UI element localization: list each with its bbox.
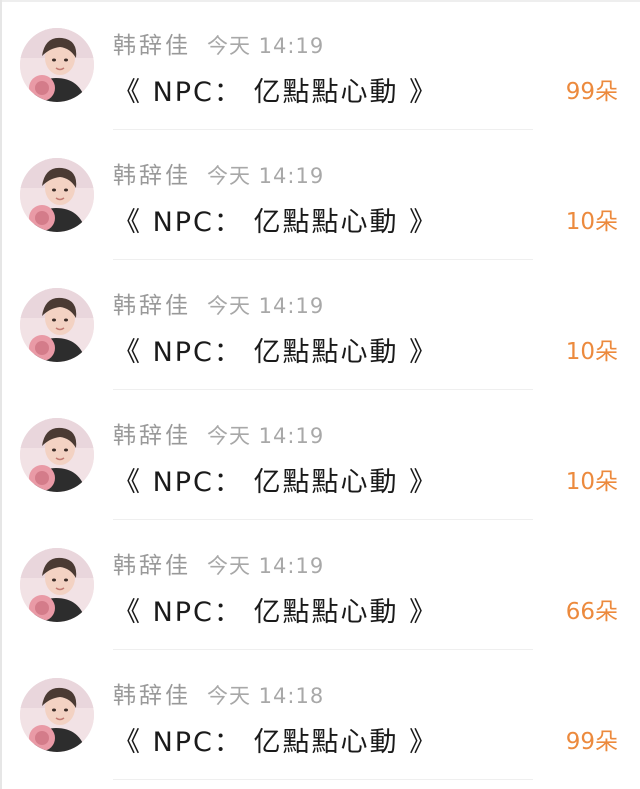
gift-message: 《 NPC： 亿點點心動 》 (113, 597, 439, 628)
gift-amount: 66朵 (565, 599, 618, 625)
gift-amount: 10朵 (565, 339, 618, 365)
gift-message: 《 NPC： 亿點點心動 》 (113, 467, 439, 498)
avatar-photo (20, 158, 94, 232)
gift-message: 《 NPC： 亿點點心動 》 (113, 337, 439, 368)
sender-name: 韩辞佳 (113, 293, 191, 319)
avatar-photo (20, 548, 94, 622)
timestamp: 今天 14:19 (207, 554, 325, 578)
avatar-photo (20, 418, 94, 492)
item-meta: 韩辞佳 今天 14:18 (113, 676, 325, 709)
row-divider (113, 779, 533, 780)
timestamp: 今天 14:19 (207, 424, 325, 448)
avatar[interactable] (20, 418, 94, 492)
avatar-photo (20, 678, 94, 752)
avatar[interactable] (20, 28, 94, 102)
gift-amount: 99朵 (565, 79, 618, 105)
gift-message: 《 NPC： 亿點點心動 》 (113, 727, 439, 758)
avatar[interactable] (20, 548, 94, 622)
avatar-photo (20, 28, 94, 102)
gift-message: 《 NPC： 亿點點心動 》 (113, 77, 439, 108)
avatar[interactable] (20, 678, 94, 752)
gift-list[interactable]: 韩辞佳 今天 14:19 《 NPC： 亿點點心動 》 99朵 韩辞佳 今天 1… (0, 0, 640, 789)
avatar[interactable] (20, 158, 94, 232)
gift-message: 《 NPC： 亿點點心動 》 (113, 207, 439, 238)
gift-amount: 99朵 (565, 729, 618, 755)
item-meta: 韩辞佳 今天 14:19 (113, 286, 325, 319)
avatar[interactable] (20, 288, 94, 362)
list-item[interactable]: 韩辞佳 今天 14:19 《 NPC： 亿點點心動 》 99朵 (0, 0, 640, 130)
timestamp: 今天 14:18 (207, 684, 325, 708)
timestamp: 今天 14:19 (207, 164, 325, 188)
item-meta: 韩辞佳 今天 14:19 (113, 156, 325, 189)
list-item[interactable]: 韩辞佳 今天 14:19 《 NPC： 亿點點心動 》 66朵 (0, 520, 640, 650)
gift-amount: 10朵 (565, 469, 618, 495)
timestamp: 今天 14:19 (207, 294, 325, 318)
gift-amount: 10朵 (565, 209, 618, 235)
item-meta: 韩辞佳 今天 14:19 (113, 416, 325, 449)
avatar-photo (20, 288, 94, 362)
gift-list-page: 韩辞佳 今天 14:19 《 NPC： 亿點點心動 》 99朵 韩辞佳 今天 1… (0, 0, 640, 789)
sender-name: 韩辞佳 (113, 553, 191, 579)
item-meta: 韩辞佳 今天 14:19 (113, 26, 325, 59)
item-meta: 韩辞佳 今天 14:19 (113, 546, 325, 579)
sender-name: 韩辞佳 (113, 683, 191, 709)
list-item[interactable]: 韩辞佳 今天 14:19 《 NPC： 亿點點心動 》 10朵 (0, 260, 640, 390)
sender-name: 韩辞佳 (113, 423, 191, 449)
list-item[interactable]: 韩辞佳 今天 14:19 《 NPC： 亿點點心動 》 10朵 (0, 130, 640, 260)
timestamp: 今天 14:19 (207, 34, 325, 58)
list-item[interactable]: 韩辞佳 今天 14:18 《 NPC： 亿點點心動 》 99朵 (0, 650, 640, 780)
sender-name: 韩辞佳 (113, 163, 191, 189)
list-item[interactable]: 韩辞佳 今天 14:19 《 NPC： 亿點點心動 》 10朵 (0, 390, 640, 520)
sender-name: 韩辞佳 (113, 33, 191, 59)
